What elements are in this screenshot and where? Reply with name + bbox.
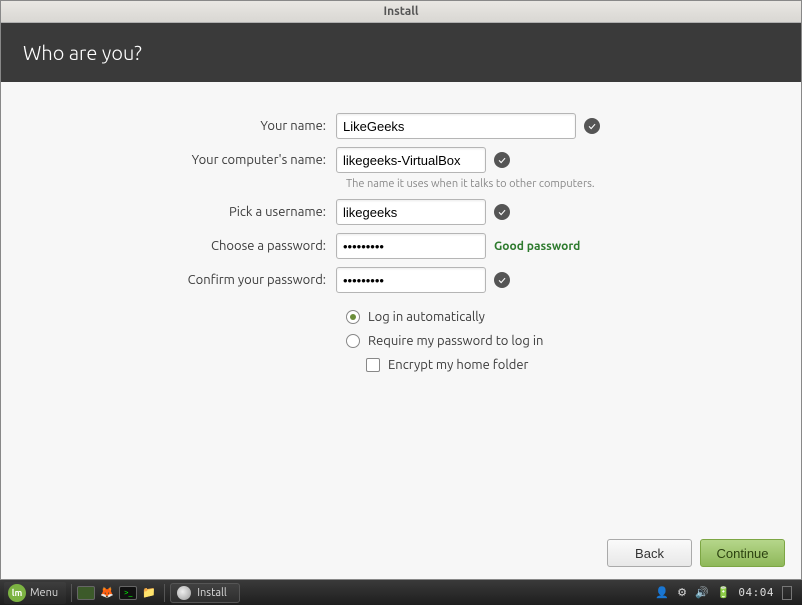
username-input[interactable] [336,199,486,225]
continue-button[interactable]: Continue [700,539,785,567]
password-strength-label: Good password [494,240,580,253]
computer-name-input[interactable] [336,147,486,173]
row-your-name: Your name: [41,112,761,140]
option-require-password-label: Require my password to log in [368,334,543,348]
row-computer-name: Your computer's name: [41,146,761,174]
row-confirm-password: Confirm your password: [41,266,761,294]
check-icon [494,272,510,288]
radio-icon[interactable] [346,334,360,348]
window-title: Install [383,5,418,18]
clock[interactable]: 04:04 [738,586,774,599]
option-auto-login-label: Log in automatically [368,310,485,324]
check-icon [494,152,510,168]
battery-icon[interactable]: 🔋 [717,586,731,599]
installer-window: Install Who are you? Your name: Your com… [0,0,802,580]
label-your-name: Your name: [41,119,336,133]
confirm-password-input[interactable] [336,267,486,293]
back-button[interactable]: Back [607,539,692,567]
window-titlebar[interactable]: Install [1,1,801,23]
label-username: Pick a username: [41,205,336,219]
show-desktop-icon[interactable] [77,586,95,600]
option-encrypt-home-label: Encrypt my home folder [388,358,528,372]
row-username: Pick a username: [41,198,761,226]
row-password: Choose a password: Good password [41,232,761,260]
menu-button[interactable]: lm Menu [4,582,66,604]
separator [164,584,165,602]
page-title: Who are you? [23,41,142,64]
page-header: Who are you? [1,23,801,82]
mint-logo-icon: lm [8,584,26,602]
sound-icon[interactable]: 🔊 [695,586,709,599]
files-icon[interactable]: 📁 [139,583,159,603]
label-computer-name: Your computer's name: [41,153,336,167]
tray-toggle-icon[interactable] [782,586,792,600]
menu-label: Menu [30,587,58,599]
disc-icon [177,586,191,600]
taskbar[interactable]: lm Menu 🦊 >_ 📁 Install 👤 ⚙ 🔊 🔋 04:04 [0,580,802,605]
label-confirm-password: Confirm your password: [41,273,336,287]
separator [71,584,72,602]
option-encrypt-home[interactable]: Encrypt my home folder [346,358,761,372]
label-password: Choose a password: [41,239,336,253]
radio-selected-icon[interactable] [346,310,360,324]
option-auto-login[interactable]: Log in automatically [346,310,761,324]
footer-buttons: Back Continue [1,527,801,579]
hint-computer-name: The name it uses when it talks to other … [346,178,761,190]
terminal-icon[interactable]: >_ [119,586,137,600]
checkbox-icon[interactable] [366,358,380,372]
your-name-input[interactable] [336,113,576,139]
updates-icon[interactable]: ⚙ [677,586,687,599]
task-install[interactable]: Install [170,583,240,603]
firefox-icon[interactable]: 🦊 [97,583,117,603]
form-content: Your name: Your computer's name: The nam… [1,82,801,527]
password-input[interactable] [336,233,486,259]
check-icon [584,118,600,134]
task-label: Install [197,587,227,599]
check-icon [494,204,510,220]
user-icon[interactable]: 👤 [655,586,669,599]
option-require-password[interactable]: Require my password to log in [346,334,761,348]
